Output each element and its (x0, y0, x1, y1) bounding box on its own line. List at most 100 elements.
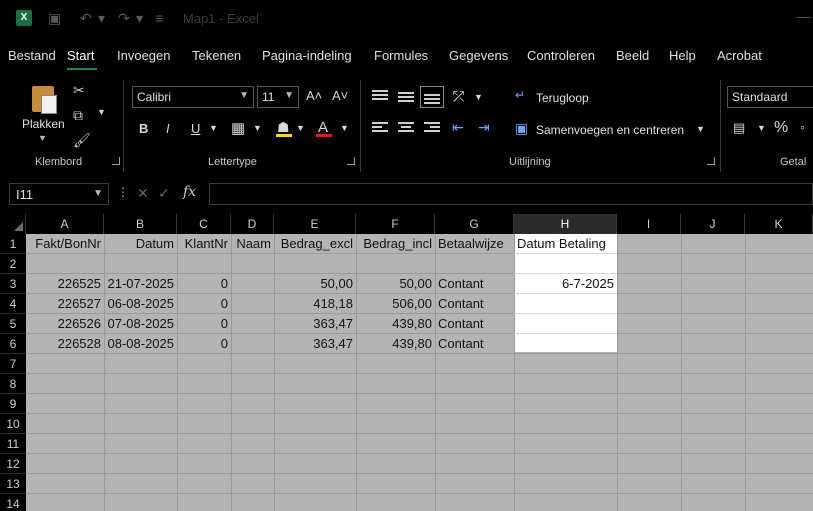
cell-f6[interactable]: 439,80 (356, 334, 435, 354)
row-header[interactable]: 2 (0, 254, 26, 274)
tab-pagina-indeling[interactable]: Pagina-indeling (262, 48, 352, 63)
cell-c5[interactable]: 0 (177, 314, 231, 334)
align-right-icon[interactable] (424, 122, 440, 134)
cell-g5[interactable]: Contant (435, 314, 514, 334)
accounting-format-icon[interactable]: ▤ (733, 120, 745, 136)
alignment-launcher-icon[interactable] (707, 157, 715, 165)
tab-gegevens[interactable]: Gegevens (449, 48, 508, 63)
align-center-icon[interactable] (398, 122, 414, 134)
column-header-i[interactable]: I (617, 214, 681, 234)
cell-b6[interactable]: 08-08-2025 (104, 334, 177, 354)
tab-controleren[interactable]: Controleren (527, 48, 595, 63)
tab-help[interactable]: Help (669, 48, 696, 63)
bold-button[interactable]: B (139, 121, 148, 136)
cell-a3[interactable]: 226525 (26, 274, 104, 294)
row-header[interactable]: 13 (0, 474, 26, 494)
paste-button[interactable]: Plakken (22, 117, 65, 131)
cell-f1[interactable]: Bedrag_incl (356, 234, 435, 254)
row-header[interactable]: 4 (0, 294, 26, 314)
cell-d1[interactable]: Naam (231, 234, 274, 254)
redo-dropdown-icon[interactable]: ▾ (136, 10, 143, 27)
undo-dropdown-icon[interactable]: ▾ (98, 10, 105, 27)
cell-c6[interactable]: 0 (177, 334, 231, 354)
font-size-select[interactable]: 11 ▼ (257, 86, 299, 108)
cancel-icon[interactable]: ✕ (137, 185, 149, 202)
column-header-h[interactable]: H (514, 214, 617, 234)
underline-button[interactable]: U (191, 121, 200, 136)
cell-h4[interactable] (514, 294, 617, 314)
minimize-icon[interactable]: — (797, 8, 811, 24)
column-header-a[interactable]: A (26, 214, 104, 234)
accounting-dropdown-icon[interactable]: ▼ (757, 123, 766, 133)
row-header[interactable]: 10 (0, 414, 26, 434)
row-header[interactable]: 7 (0, 354, 26, 374)
increase-indent-icon[interactable]: ⇥ (478, 119, 490, 136)
italic-button[interactable]: I (166, 121, 170, 136)
row-header[interactable]: 3 (0, 274, 26, 294)
cell-b1[interactable]: Datum (104, 234, 177, 254)
paste-icon[interactable] (30, 84, 58, 114)
formula-input[interactable] (209, 183, 813, 205)
comma-style-icon[interactable]: ◦ (800, 119, 805, 135)
align-top-icon[interactable] (372, 90, 388, 102)
row-header[interactable]: 9 (0, 394, 26, 414)
format-painter-icon[interactable]: 🖌 (73, 132, 91, 149)
column-header-j[interactable]: J (681, 214, 745, 234)
cut-icon[interactable]: ✂ (73, 82, 85, 99)
cell-g6[interactable]: Contant (435, 334, 514, 354)
underline-dropdown-icon[interactable]: ▼ (209, 123, 218, 133)
clipboard-launcher-icon[interactable] (112, 157, 120, 165)
borders-dropdown-icon[interactable]: ▼ (253, 123, 262, 133)
align-left-icon[interactable] (372, 122, 388, 134)
cell-f3[interactable]: 50,00 (356, 274, 435, 294)
tab-invoegen[interactable]: Invoegen (117, 48, 171, 63)
cell-a6[interactable]: 226528 (26, 334, 104, 354)
font-color-dropdown-icon[interactable]: ▼ (340, 123, 349, 133)
grow-font-icon[interactable]: A˄ (306, 88, 322, 103)
wrap-text-icon[interactable]: ↵ (515, 88, 525, 102)
cell-h5[interactable] (514, 314, 617, 334)
cell-h3[interactable]: 6-7-2025 (514, 274, 617, 294)
cell-d4[interactable] (231, 294, 274, 314)
cell-h6[interactable] (514, 334, 617, 354)
row-header[interactable]: 12 (0, 454, 26, 474)
borders-icon[interactable]: ▦ (231, 119, 245, 137)
cell-e4[interactable]: 418,18 (274, 294, 356, 314)
cell-e6[interactable]: 363,47 (274, 334, 356, 354)
cell-c4[interactable]: 0 (177, 294, 231, 314)
customize-icon[interactable]: ≡ (155, 10, 163, 26)
cell-c1[interactable]: KlantNr (177, 234, 231, 254)
copy-dropdown-icon[interactable]: ▼ (97, 107, 106, 117)
orientation-icon[interactable]: ⤱ (453, 88, 464, 105)
name-box[interactable]: I11 ▼ (9, 183, 109, 205)
row-header[interactable]: 11 (0, 434, 26, 454)
cell-f4[interactable]: 506,00 (356, 294, 435, 314)
worksheet-grid[interactable] (0, 214, 813, 511)
cell-e3[interactable]: 50,00 (274, 274, 356, 294)
font-launcher-icon[interactable] (347, 157, 355, 165)
cell-a4[interactable]: 226527 (26, 294, 104, 314)
column-header-b[interactable]: B (104, 214, 177, 234)
merge-center-icon[interactable]: ▣ (515, 120, 528, 137)
copy-icon[interactable]: ⧉ (73, 107, 83, 124)
percent-button[interactable]: % (774, 119, 788, 137)
fill-color-dropdown-icon[interactable]: ▼ (296, 123, 305, 133)
tab-tekenen[interactable]: Tekenen (192, 48, 241, 63)
cell-b4[interactable]: 06-08-2025 (104, 294, 177, 314)
enter-icon[interactable]: ✓ (158, 185, 170, 202)
cell-g3[interactable]: Contant (435, 274, 514, 294)
cell-b3[interactable]: 21-07-2025 (104, 274, 177, 294)
cell-h1[interactable]: Datum Betaling (514, 234, 617, 254)
row-header[interactable]: 5 (0, 314, 26, 334)
decrease-indent-icon[interactable]: ⇤ (452, 119, 464, 136)
insert-function-icon[interactable]: fx (183, 184, 196, 200)
cell-d6[interactable] (231, 334, 274, 354)
tab-acrobat[interactable]: Acrobat (717, 48, 762, 63)
align-middle-icon[interactable] (398, 92, 414, 104)
cell-d5[interactable] (231, 314, 274, 334)
cell-a5[interactable]: 226526 (26, 314, 104, 334)
column-header-e[interactable]: E (274, 214, 356, 234)
column-header-k[interactable]: K (745, 214, 813, 234)
column-header-c[interactable]: C (177, 214, 231, 234)
paste-dropdown-icon[interactable]: ▼ (38, 133, 47, 143)
